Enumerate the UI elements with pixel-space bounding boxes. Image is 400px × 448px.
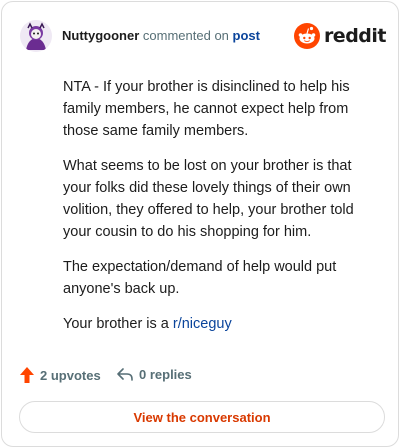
user-avatar[interactable] bbox=[20, 20, 52, 52]
username[interactable]: Nuttygooner bbox=[62, 28, 139, 43]
comment-paragraph-4-text: Your brother is a bbox=[63, 316, 173, 332]
subreddit-link[interactable]: r/niceguy bbox=[173, 316, 232, 332]
comment-header: Nuttygooner commented on post reddit bbox=[20, 20, 387, 54]
view-conversation-button[interactable]: View the conversation bbox=[19, 401, 385, 433]
reddit-wordmark: reddit bbox=[323, 25, 387, 47]
reply-arrow-icon bbox=[117, 368, 133, 381]
comment-paragraph-3: The expectation/demand of help would put… bbox=[63, 259, 337, 297]
reply-stat[interactable]: 0 replies bbox=[116, 366, 192, 382]
post-link[interactable]: post bbox=[233, 28, 260, 43]
reddit-logo[interactable]: reddit bbox=[293, 22, 387, 50]
reddit-snoo-icon bbox=[293, 23, 320, 49]
comment-paragraph-4: Your brother is a r/niceguy bbox=[63, 313, 373, 335]
upvote-stat[interactable]: 2 upvotes bbox=[19, 366, 101, 384]
comment-paragraph-2: What seems to be lost on your brother is… bbox=[63, 158, 354, 240]
header-text: Nuttygooner commented on post bbox=[62, 28, 260, 43]
comment-paragraph-1: NTA - If your brother is disinclined to … bbox=[63, 79, 350, 139]
upvote-arrow-icon bbox=[20, 367, 34, 383]
upvote-count: 2 upvotes bbox=[40, 367, 101, 383]
comment-body: NTA - If your brother is disinclined to … bbox=[63, 76, 373, 348]
comment-footer: 2 upvotes 0 replies bbox=[19, 366, 385, 388]
reply-count: 0 replies bbox=[139, 366, 192, 382]
action-text: commented on bbox=[142, 28, 229, 43]
comment-card: Nuttygooner commented on post reddit NTA… bbox=[1, 1, 399, 447]
